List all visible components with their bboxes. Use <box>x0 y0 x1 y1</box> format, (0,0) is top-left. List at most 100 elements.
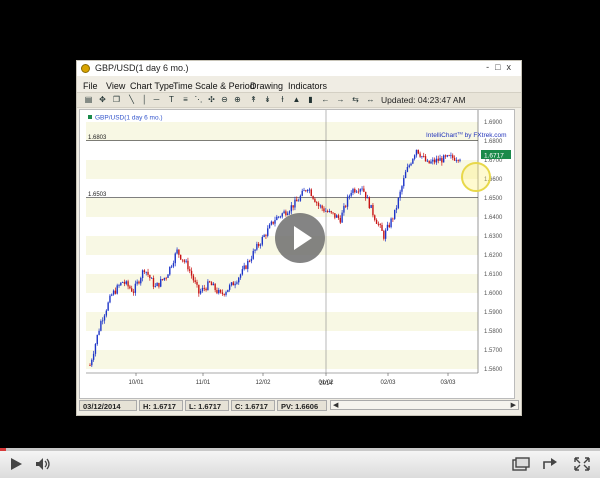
candle-body <box>172 263 175 267</box>
candle-body <box>270 221 273 225</box>
candle-body <box>437 158 439 161</box>
horizontal-scrollbar[interactable]: ◀ ▶ <box>330 400 519 410</box>
app-icon <box>81 64 90 73</box>
zoom-in-icon[interactable]: ⊕ <box>233 95 242 104</box>
chart-legend: GBP/USD(1 day 6 mo.) <box>88 115 163 122</box>
share-icon[interactable] <box>542 457 560 471</box>
zoom-out-icon[interactable]: ⊖ <box>220 95 229 104</box>
candle-body <box>306 189 309 192</box>
candle-body <box>399 191 401 198</box>
candle-body <box>203 287 205 289</box>
candle-body <box>406 166 409 172</box>
candle-body <box>160 279 162 287</box>
crosshair-icon[interactable]: ✥ <box>98 95 107 104</box>
candle-body <box>419 153 421 157</box>
candle-body <box>174 253 176 264</box>
candle-body <box>276 216 278 221</box>
fan-icon[interactable]: ⋱ <box>194 95 203 104</box>
fibonacci-icon[interactable]: ≡ <box>181 95 190 104</box>
current-price-tag: 1.6717 <box>481 150 511 160</box>
minimize-button[interactable]: - <box>486 62 495 72</box>
candle-body <box>150 277 153 279</box>
video-controls-bar <box>0 448 600 478</box>
candle-body <box>359 189 361 192</box>
y-tick-label: 1.6300 <box>484 234 503 240</box>
y-tick-label: 1.5700 <box>484 348 503 354</box>
candle-body <box>294 199 296 208</box>
candle-body <box>355 191 358 193</box>
candle-body <box>116 285 118 294</box>
scroll-right-icon[interactable]: ▶ <box>511 401 516 409</box>
scroll-left-icon[interactable]: ◀ <box>333 401 338 409</box>
candle-icon[interactable]: ▮ <box>306 95 315 104</box>
candle-body <box>417 149 419 154</box>
candle-body <box>109 295 111 303</box>
candle-body <box>444 155 447 157</box>
text-tool-icon[interactable]: T <box>167 95 176 104</box>
candle-body <box>250 258 253 262</box>
candle-body <box>452 155 454 158</box>
move-icon[interactable]: ✣ <box>207 95 216 104</box>
candle-body <box>212 283 215 286</box>
candle-body <box>121 281 124 283</box>
candle-body <box>127 281 129 287</box>
candle-body <box>209 281 211 283</box>
volume-icon[interactable] <box>35 457 53 471</box>
candle-body <box>328 211 331 212</box>
candle-body <box>290 205 293 212</box>
horizontal-level-label: 1.6803 <box>88 135 107 141</box>
candle-body <box>435 158 438 163</box>
menu-drawing[interactable]: Drawing <box>250 81 283 91</box>
line-tool-icon[interactable]: ╲ <box>127 95 136 104</box>
copy-icon[interactable]: ❐ <box>112 95 121 104</box>
indicator-icon[interactable]: ▲ <box>292 95 301 104</box>
play-icon[interactable] <box>9 457 23 471</box>
menu-chart-type[interactable]: Chart Type <box>130 81 174 91</box>
close-button[interactable]: x <box>507 62 518 72</box>
candle-body <box>120 282 122 286</box>
candle-body <box>339 217 341 223</box>
maximize-button[interactable]: □ <box>495 62 506 72</box>
window-controls[interactable]: -□x <box>486 62 517 72</box>
menu-indicators[interactable]: Indicators <box>288 81 327 91</box>
horizontal-line-icon[interactable]: ─ <box>152 95 161 104</box>
progress-bar[interactable] <box>0 448 600 451</box>
candle-body <box>283 211 285 214</box>
menu-file[interactable]: File <box>83 81 98 91</box>
play-overlay-button[interactable] <box>275 213 325 263</box>
x-tick-label: 11/01 <box>196 380 211 386</box>
arrow-left-icon[interactable]: ← <box>321 95 330 104</box>
candle-body <box>430 161 432 164</box>
candle-body <box>343 205 345 213</box>
candle-body <box>187 260 189 270</box>
up-arrow-icon[interactable]: ↟ <box>249 95 258 104</box>
down-arrow-icon[interactable]: ↡ <box>263 95 272 104</box>
bar-chart-icon[interactable]: ▤ <box>84 95 93 104</box>
menu-view[interactable]: View <box>106 81 125 91</box>
candle-body <box>281 213 283 217</box>
candle-body <box>305 190 307 192</box>
candle-body <box>370 204 372 208</box>
candle-body <box>96 334 98 345</box>
candle-body <box>214 283 216 291</box>
legend-swatch <box>88 115 92 119</box>
vertical-line-icon[interactable]: │ <box>140 95 149 104</box>
candle-body <box>383 230 385 239</box>
refresh-icon[interactable]: ⇆ <box>351 95 360 104</box>
candle-body <box>232 282 234 286</box>
arrow-right-icon[interactable]: → <box>336 95 345 104</box>
candle-body <box>374 215 376 220</box>
cursor-icon[interactable]: Ɨ <box>278 95 287 104</box>
candle-body <box>161 279 164 280</box>
candle-body <box>254 249 256 251</box>
status-low: L: 1.6717 <box>185 400 229 411</box>
candle-body <box>198 284 200 294</box>
captions-icon[interactable] <box>512 457 530 471</box>
y-tick-label: 1.6900 <box>484 120 503 126</box>
candle-body <box>92 353 95 360</box>
fullscreen-icon[interactable] <box>574 457 590 471</box>
candle-body <box>377 223 380 225</box>
y-tick-label: 1.6800 <box>484 139 503 145</box>
candle-body <box>152 277 155 287</box>
menu-time-scale-period[interactable]: Time Scale & Period <box>173 81 255 91</box>
